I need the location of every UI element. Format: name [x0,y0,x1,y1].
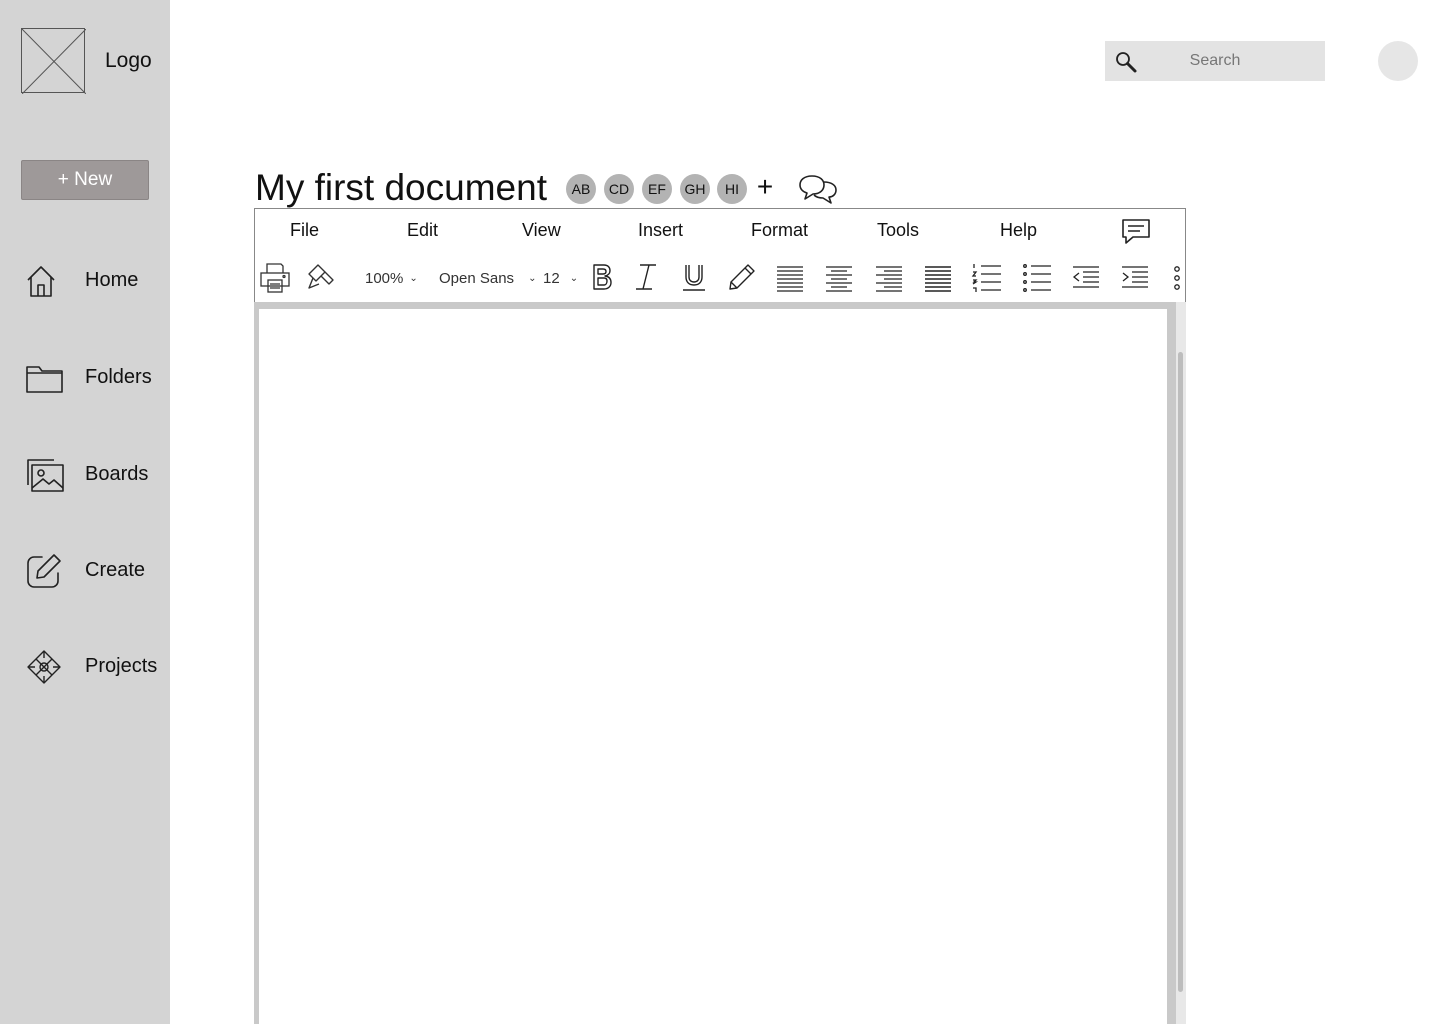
align-justify-icon[interactable] [922,261,954,293]
outdent-icon[interactable] [1070,261,1102,293]
document-page[interactable] [259,309,1167,1024]
comment-icon[interactable] [1121,218,1151,246]
menu-tools[interactable]: Tools [877,220,919,241]
align-right-icon[interactable] [873,261,905,293]
menu-view[interactable]: View [522,220,561,241]
sidebar: Logo + New Home Folders Boards Create Pr… [0,0,170,1024]
bold-icon[interactable] [586,261,618,293]
font-size-value: 12 [543,270,560,287]
menu-format[interactable]: Format [751,220,808,241]
sidebar-item-home[interactable]: Home [0,251,170,311]
font-select[interactable]: Open Sans ⌄ [439,270,536,287]
search-placeholder: Search [1189,52,1241,69]
italic-icon[interactable] [630,261,662,293]
logo-image [21,28,87,95]
sidebar-item-folders[interactable]: Folders [0,348,170,408]
sidebar-item-projects[interactable]: Projects [0,637,170,697]
bullet-list-icon[interactable] [1021,261,1053,293]
scrollbar-thumb[interactable] [1178,352,1183,992]
menu-file[interactable]: File [290,220,319,241]
sidebar-item-label: Create [85,559,146,581]
collaborator-avatar[interactable]: EF [642,174,672,204]
collaborator-avatar[interactable]: CD [604,174,634,204]
document-title[interactable]: My first document [255,167,547,209]
collaborator-avatar[interactable]: HI [717,174,747,204]
edit-icon [24,551,64,591]
highlight-pen-icon[interactable] [726,261,758,293]
chevron-down-icon: ⌄ [409,273,418,284]
sidebar-item-label: Folders [85,366,152,388]
search-input[interactable]: Search [1105,41,1325,81]
document-canvas [254,302,1186,1024]
sidebar-item-label: Boards [85,463,149,485]
menu-insert[interactable]: Insert [638,220,683,241]
print-icon[interactable] [259,261,291,293]
chevron-down-icon: ⌄ [528,273,537,284]
home-icon [24,261,64,301]
image-icon [24,455,64,495]
projects-icon [24,647,64,687]
font-size-select[interactable]: 12 ⌄ [543,270,578,287]
collaborator-avatar[interactable]: GH [680,174,710,204]
chevron-down-icon: ⌄ [569,273,579,284]
sidebar-item-label: Projects [85,655,158,677]
paint-format-icon[interactable] [305,261,337,293]
align-left-icon[interactable] [774,261,806,293]
folder-icon [24,358,64,398]
font-value: Open Sans [439,270,515,287]
zoom-value: 100% [365,270,404,287]
user-avatar[interactable] [1378,41,1418,81]
align-center-icon[interactable] [823,261,855,293]
collaborator-avatar[interactable]: AB [566,174,596,204]
sidebar-item-boards[interactable]: Boards [0,445,170,505]
indent-icon[interactable] [1119,261,1151,293]
sidebar-item-create[interactable]: Create [0,541,170,601]
zoom-select[interactable]: 100% ⌄ [365,270,418,287]
formatting-toolbar: 100% ⌄ Open Sans ⌄ 12 ⌄ [254,253,1186,303]
underline-icon[interactable] [678,261,710,293]
add-collaborator-button[interactable]: + [753,172,777,202]
menu-edit[interactable]: Edit [407,220,438,241]
menu-bar: File Edit View Insert Format Tools Help [254,208,1186,254]
numbered-list-icon[interactable] [971,261,1003,293]
menu-help[interactable]: Help [1000,220,1037,241]
more-options-icon[interactable] [1161,261,1181,293]
new-button[interactable]: + New [21,160,149,200]
logo-label: Logo [105,49,152,72]
vertical-scrollbar[interactable] [1176,302,1186,1024]
sidebar-item-label: Home [85,269,139,291]
chat-icon[interactable] [798,172,838,206]
